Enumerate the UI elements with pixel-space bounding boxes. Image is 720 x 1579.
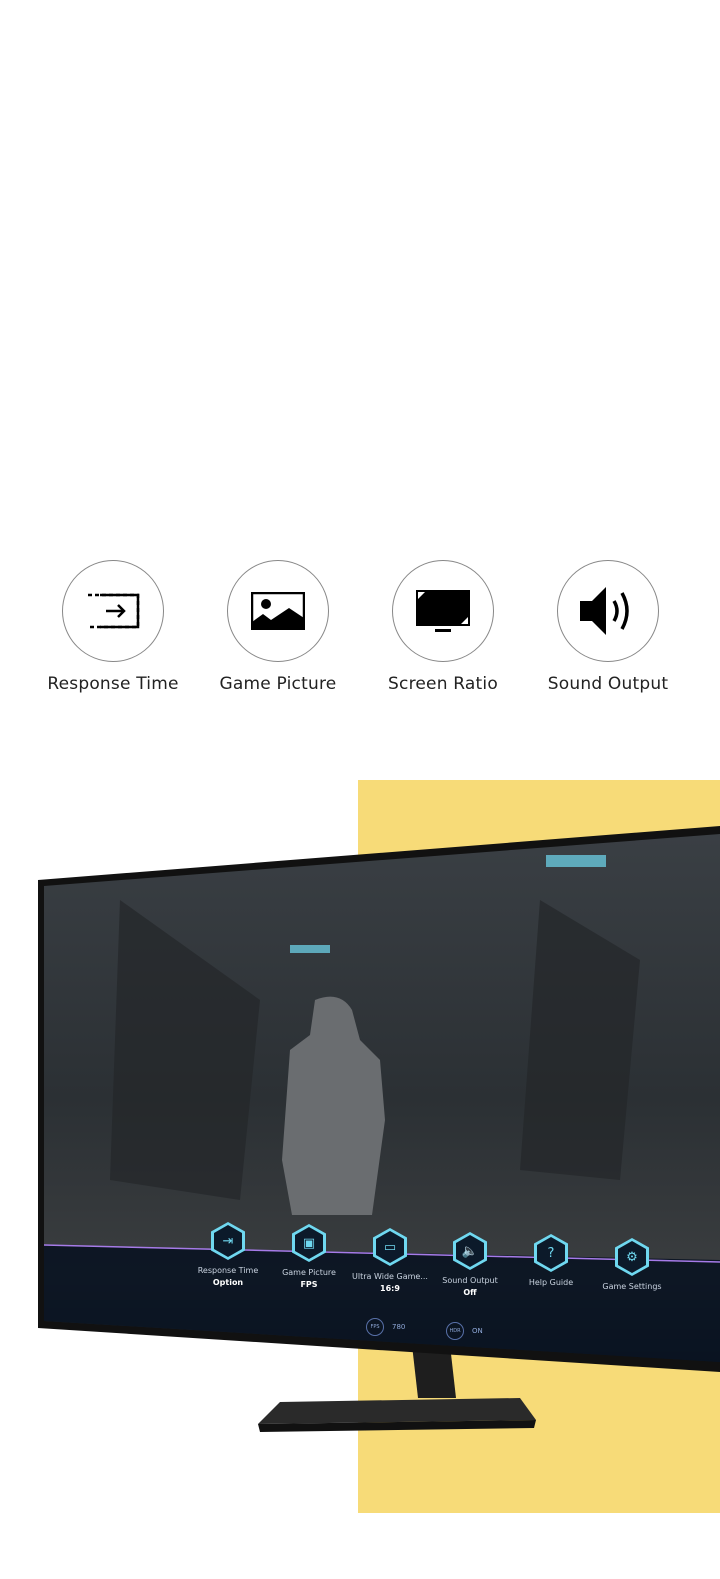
help-icon: ? — [534, 1234, 568, 1272]
game-bar-item-help-guide[interactable]: ? Help Guide — [506, 1234, 596, 1287]
item-value: FPS — [300, 1280, 318, 1289]
game-bar-item-game-picture[interactable]: ▣ Game Picture FPS — [264, 1224, 354, 1289]
gear-icon: ⚙ — [615, 1238, 649, 1276]
monitor-stand-base — [258, 1398, 536, 1424]
item-value: Option — [212, 1278, 244, 1287]
item-label: Sound Output — [442, 1276, 498, 1285]
monitor-illustration — [38, 826, 720, 1432]
item-value: Off — [463, 1288, 477, 1297]
item-label: Ultra Wide Game... — [352, 1272, 428, 1281]
fps-readout: FPS 780 — [366, 1318, 405, 1336]
item-label: Game Settings — [602, 1282, 662, 1291]
monitor-icon: ▭ — [373, 1228, 407, 1266]
hdr-badge: HDR — [446, 1322, 464, 1340]
speaker-icon: 🔈 — [453, 1232, 487, 1270]
item-value: 16:9 — [380, 1284, 400, 1293]
game-bar-item-game-settings[interactable]: ⚙ Game Settings — [587, 1238, 677, 1291]
item-label: Help Guide — [528, 1278, 574, 1287]
game-bar-item-response-time[interactable]: ⇥ Response Time Option — [183, 1222, 273, 1287]
picture-icon: ▣ — [292, 1224, 326, 1262]
response-time-icon: ⇥ — [211, 1222, 245, 1260]
fps-value: 780 — [392, 1323, 406, 1331]
game-bar-item-sound-output[interactable]: 🔈 Sound Output Off — [425, 1232, 515, 1297]
hdr-value: ON — [472, 1327, 483, 1335]
item-label: Game Picture — [282, 1268, 336, 1277]
fps-badge: FPS — [366, 1318, 384, 1336]
item-label: Response Time — [197, 1266, 259, 1275]
hdr-readout: HDR ON — [446, 1322, 483, 1340]
game-bar-item-ultra-wide[interactable]: ▭ Ultra Wide Game... 16:9 — [345, 1228, 435, 1293]
